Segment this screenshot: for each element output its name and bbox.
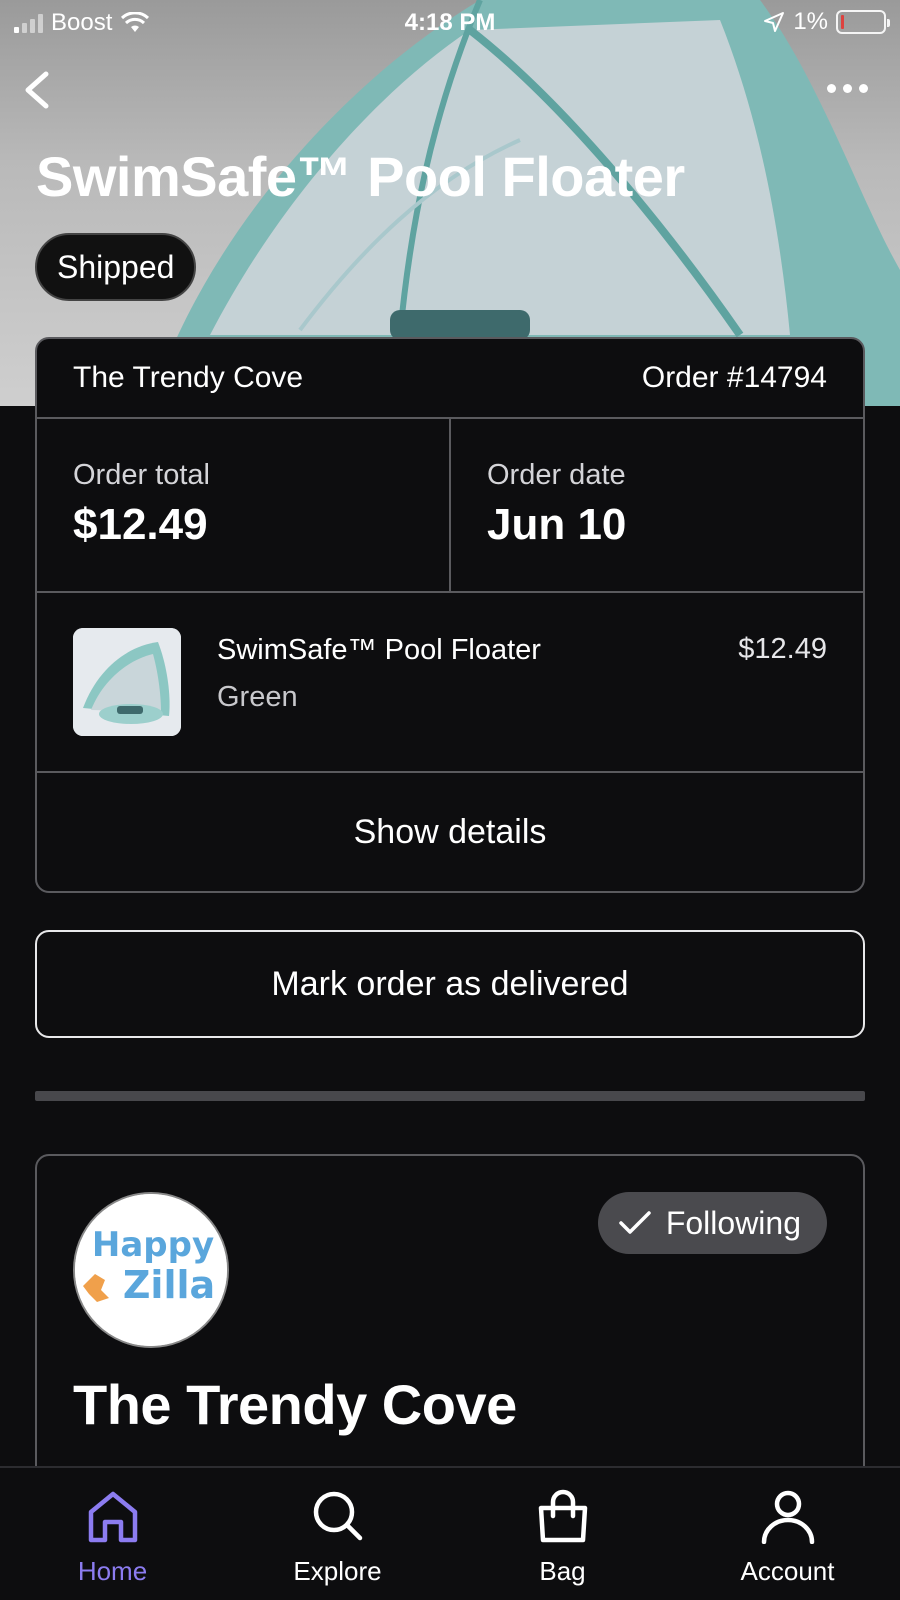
back-chevron-icon[interactable] xyxy=(18,68,58,112)
tab-explore-label: Explore xyxy=(293,1556,382,1586)
product-thumbnail[interactable] xyxy=(73,628,181,736)
show-details-button[interactable]: Show details xyxy=(37,773,863,891)
home-icon xyxy=(88,1491,137,1543)
order-date-label: Order date xyxy=(487,459,626,491)
order-date: Order date Jun 10 xyxy=(449,419,863,591)
item-variant: Green xyxy=(217,681,298,713)
tab-bag-label: Bag xyxy=(539,1556,586,1586)
tab-account[interactable]: Account xyxy=(675,1468,900,1600)
following-button[interactable]: Following xyxy=(597,1192,827,1254)
checkmark-icon xyxy=(619,1211,651,1234)
tab-account-label: Account xyxy=(740,1556,835,1586)
more-options-icon[interactable] xyxy=(827,84,868,93)
order-date-value: Jun 10 xyxy=(487,500,627,549)
location-icon xyxy=(764,12,785,32)
tab-explore[interactable]: Explore xyxy=(225,1468,450,1600)
order-total-value: $12.49 xyxy=(73,500,208,549)
battery-percent: 1% xyxy=(793,8,828,35)
tab-bar: Home Explore Bag Account xyxy=(0,1466,900,1600)
order-card-header: The Trendy Cove Order #14794 xyxy=(37,339,863,419)
order-store-name[interactable]: The Trendy Cove xyxy=(73,361,303,395)
battery-icon xyxy=(836,10,890,34)
search-icon xyxy=(313,1491,362,1541)
item-price: $12.49 xyxy=(738,633,827,665)
account-icon xyxy=(761,1490,814,1544)
order-card: The Trendy Cove Order #14794 Order total… xyxy=(35,337,865,893)
order-stats: Order total $12.49 Order date Jun 10 xyxy=(37,419,863,593)
section-divider xyxy=(35,1091,865,1101)
status-right: 1% xyxy=(763,8,890,36)
status-bar: Boost 4:18 PM 1% xyxy=(0,0,900,44)
tab-bag[interactable]: Bag xyxy=(450,1468,675,1600)
order-total-label: Order total xyxy=(73,459,210,491)
item-name: SwimSafe™ Pool Floater xyxy=(217,634,541,666)
logo-text-bottom: Zilla xyxy=(123,1263,215,1307)
order-item[interactable]: SwimSafe™ Pool Floater Green $12.49 xyxy=(37,593,863,773)
order-number: Order #14794 xyxy=(641,361,827,394)
status-badge: Shipped xyxy=(35,233,197,301)
logo-text-top: Happy xyxy=(92,1225,214,1265)
store-name: The Trendy Cove xyxy=(73,1373,517,1436)
mark-delivered-button[interactable]: Mark order as delivered xyxy=(35,930,865,1038)
tab-home-label: Home xyxy=(77,1556,148,1586)
page-title: SwimSafe™ Pool Floater xyxy=(36,145,685,208)
following-label: Following xyxy=(665,1204,801,1241)
bag-icon xyxy=(538,1489,587,1543)
order-total: Order total $12.49 xyxy=(37,419,449,591)
tab-home[interactable]: Home xyxy=(0,1468,225,1600)
item-info: SwimSafe™ Pool Floater Green xyxy=(217,628,541,714)
store-logo[interactable]: Happy Zilla xyxy=(73,1192,229,1348)
